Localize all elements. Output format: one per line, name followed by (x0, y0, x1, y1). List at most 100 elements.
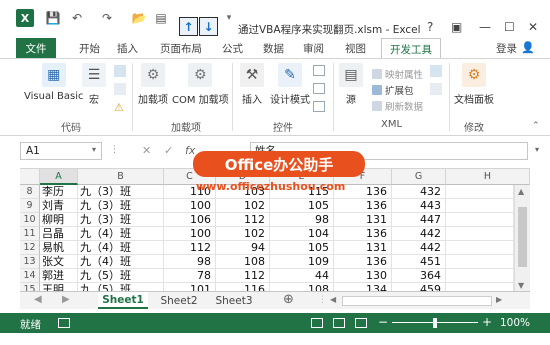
tab-review[interactable]: 审阅 (303, 41, 324, 56)
cell-b[interactable]: 九（4）班 (78, 255, 164, 269)
cell-b[interactable]: 九（3）班 (78, 185, 164, 199)
cell-b[interactable]: 九（5）班 (78, 283, 164, 291)
name-box-dropdown-icon[interactable]: ▾ (92, 145, 96, 154)
cell-c[interactable]: 98 (164, 255, 216, 269)
help-button[interactable]: ? (427, 20, 433, 34)
print-preview-icon[interactable]: ▤ (152, 9, 170, 27)
cell-g[interactable]: 447 (392, 213, 446, 227)
cancel-entry-icon[interactable]: ✕ (142, 144, 151, 157)
refresh-data-item[interactable]: 刷新数据 (372, 99, 423, 113)
cell-c[interactable]: 106 (164, 213, 216, 227)
cell-g[interactable]: 459 (392, 283, 446, 291)
macros-button[interactable]: ☰ 宏 (82, 63, 106, 106)
cell-c[interactable]: 101 (164, 283, 216, 291)
sign-in-link[interactable]: 登录 (496, 41, 517, 56)
cell-e[interactable]: 105 (270, 199, 334, 213)
cell-b[interactable]: 九（4）班 (78, 227, 164, 241)
sheet-scroll-right-icon[interactable]: ▶ (62, 294, 70, 305)
sheet-tab-sheet3[interactable]: Sheet3 (209, 292, 259, 309)
close-button[interactable]: ✕ (528, 20, 538, 34)
cell-c[interactable]: 78 (164, 269, 216, 283)
ribbon-display-options-icon[interactable]: ▣ (451, 20, 462, 34)
cell-f[interactable]: 136 (334, 199, 392, 213)
row-header[interactable]: 12 (20, 241, 40, 255)
row-header[interactable]: 13 (20, 255, 40, 269)
cell-h[interactable] (446, 199, 514, 213)
zoom-out-button[interactable]: − (378, 315, 388, 329)
cell-h[interactable] (446, 241, 514, 255)
minimize-button[interactable]: — (479, 20, 491, 34)
page-down-icon[interactable]: ↓ (199, 17, 218, 36)
cell-d[interactable]: 94 (216, 241, 270, 255)
column-header-a[interactable]: A (40, 169, 78, 185)
vertical-scroll-thumb[interactable] (518, 207, 527, 267)
row-header[interactable]: 11 (20, 227, 40, 241)
addins-button[interactable]: ⚙ 加载项 (138, 63, 168, 106)
document-panel-button[interactable]: ⚙ 文档面板 (454, 63, 494, 106)
vertical-scrollbar[interactable]: ▲ ▼ (514, 185, 530, 291)
cell-e[interactable]: 109 (270, 255, 334, 269)
macro-security-icon[interactable]: ⚠ (114, 101, 124, 114)
cell-g[interactable]: 364 (392, 269, 446, 283)
cell-f[interactable]: 136 (334, 227, 392, 241)
xml-import-icon[interactable] (430, 65, 442, 77)
insert-control-button[interactable]: ⚒ 插入 (240, 63, 264, 106)
cell-h[interactable] (446, 283, 514, 291)
cell-c[interactable]: 112 (164, 241, 216, 255)
cell-b[interactable]: 九（4）班 (78, 241, 164, 255)
tab-developer[interactable]: 开发工具 (381, 38, 441, 59)
column-header-b[interactable]: B (78, 169, 164, 185)
column-header-g[interactable]: G (392, 169, 446, 185)
expansion-packs-item[interactable]: 扩展包 (372, 83, 414, 97)
cell-d[interactable]: 102 (216, 227, 270, 241)
tab-view[interactable]: 视图 (345, 41, 366, 56)
confirm-entry-icon[interactable]: ✓ (164, 144, 173, 157)
cell-f[interactable]: 136 (334, 255, 392, 269)
cell-g[interactable]: 451 (392, 255, 446, 269)
maximize-button[interactable]: ☐ (504, 20, 515, 34)
cell-d[interactable]: 108 (216, 255, 270, 269)
visual-basic-button[interactable]: ▦ Visual Basic (24, 63, 84, 102)
scroll-down-icon[interactable]: ▼ (518, 281, 524, 290)
normal-view-icon[interactable] (311, 318, 323, 328)
relative-reference-icon[interactable] (114, 83, 126, 95)
cell-h[interactable] (446, 185, 514, 199)
page-up-icon[interactable]: ↑ (179, 17, 198, 36)
record-macro-icon[interactable] (114, 65, 126, 77)
cell-h[interactable] (446, 255, 514, 269)
tab-page-layout[interactable]: 页面布局 (160, 41, 202, 56)
cell-a[interactable]: 柳明 (40, 213, 78, 227)
cell-e[interactable]: 98 (270, 213, 334, 227)
open-folder-icon[interactable]: 📂 (130, 9, 148, 27)
hscroll-left-icon[interactable]: ◀ (330, 295, 336, 304)
cell-e[interactable]: 44 (270, 269, 334, 283)
xml-source-button[interactable]: ▤ 源 (339, 63, 363, 106)
row-header[interactable]: 9 (20, 199, 40, 213)
page-layout-view-icon[interactable] (333, 318, 345, 328)
row-header[interactable]: 14 (20, 269, 40, 283)
name-box[interactable]: A1 (20, 142, 102, 160)
cell-h[interactable] (446, 213, 514, 227)
view-code-icon[interactable] (313, 83, 325, 94)
tab-file[interactable]: 文件 (16, 38, 56, 58)
column-header-h[interactable]: H (446, 169, 530, 185)
cell-e[interactable]: 108 (270, 283, 334, 291)
cell-f[interactable]: 131 (334, 213, 392, 227)
tab-insert[interactable]: 插入 (117, 41, 138, 56)
cell-g[interactable]: 442 (392, 241, 446, 255)
cell-c[interactable]: 100 (164, 227, 216, 241)
cell-b[interactable]: 九（3）班 (78, 199, 164, 213)
cell-d[interactable]: 112 (216, 213, 270, 227)
zoom-in-button[interactable]: + (482, 315, 492, 329)
tab-formulas[interactable]: 公式 (222, 41, 243, 56)
cell-d[interactable]: 102 (216, 199, 270, 213)
row-header[interactable]: 15 (20, 283, 40, 291)
scroll-up-icon[interactable]: ▲ (518, 187, 524, 196)
cell-a[interactable]: 刘青 (40, 199, 78, 213)
insert-function-icon[interactable]: fx (185, 144, 195, 157)
redo-icon[interactable]: ↷ (98, 9, 116, 27)
undo-icon[interactable]: ↶ (68, 9, 86, 27)
tab-split-icon[interactable]: ⋮ (318, 295, 327, 305)
tab-data[interactable]: 数据 (263, 41, 284, 56)
cell-a[interactable]: 李历 (40, 185, 78, 199)
